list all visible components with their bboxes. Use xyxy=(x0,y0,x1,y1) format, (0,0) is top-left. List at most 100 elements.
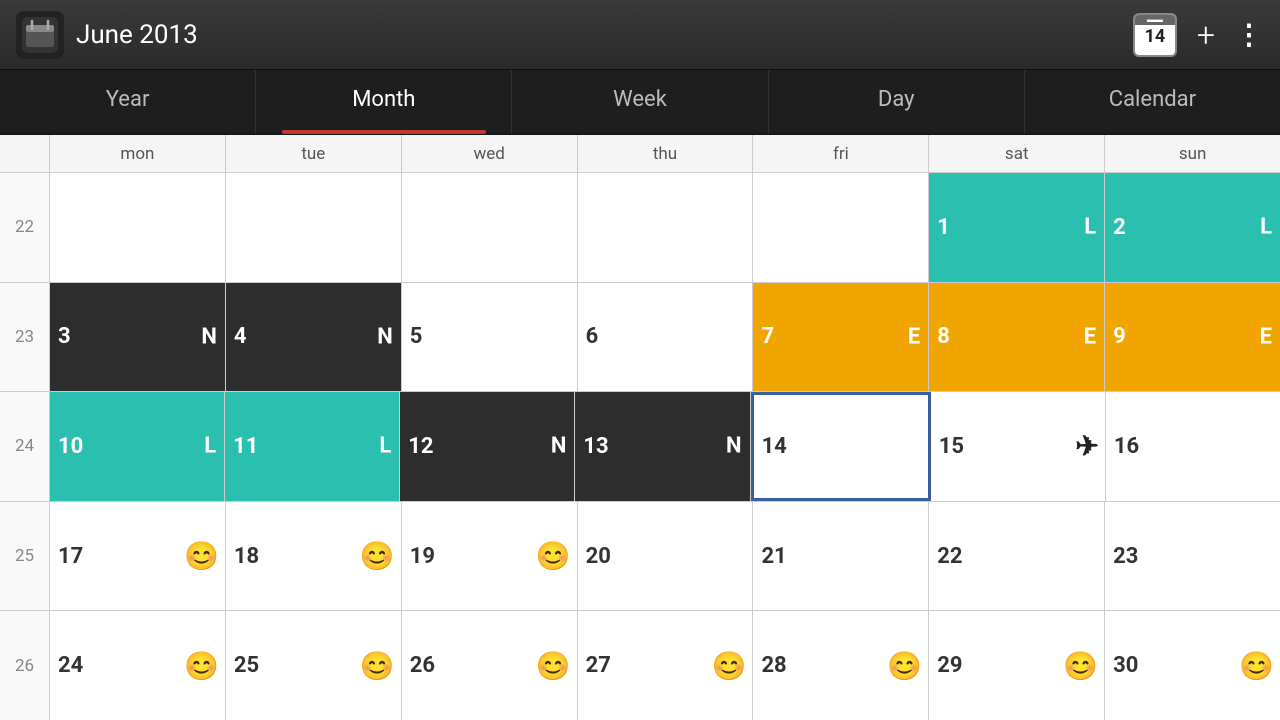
cal-cell-3[interactable]: 3N xyxy=(50,283,226,392)
cal-cell-13[interactable]: 13 N xyxy=(575,392,750,501)
day-header-mon: mon xyxy=(50,135,226,172)
cal-cell-2[interactable]: 2L xyxy=(1105,173,1280,282)
cal-cell-empty xyxy=(50,173,226,282)
cal-cell-25[interactable]: 25 😊 xyxy=(226,611,402,720)
cal-cell-17[interactable]: 17 😊 xyxy=(50,502,226,611)
cell-date-number: 26 xyxy=(410,653,435,678)
cell-date-number: 13 xyxy=(583,434,608,459)
cal-cell-19[interactable]: 19 😊 xyxy=(402,502,578,611)
cell-date-number: 14 xyxy=(762,434,787,459)
week-num-24: 24 xyxy=(0,392,50,501)
week-num-22: 22 xyxy=(0,173,50,282)
cell-date-number: 4 xyxy=(234,324,247,349)
cal-cell-8[interactable]: 8E xyxy=(929,283,1105,392)
cal-cell-29[interactable]: 29😊 xyxy=(929,611,1105,720)
smiley-icon: 😊 xyxy=(887,649,922,682)
cal-cell-22[interactable]: 22 xyxy=(929,502,1105,611)
week-row-26: 2624😊25😊26😊27😊28😊29😊30😊 xyxy=(0,611,1280,720)
cell-date-number: 24 xyxy=(58,653,83,678)
cell-badge-letter: L xyxy=(204,434,216,459)
cal-cell-16[interactable]: 16 xyxy=(1106,392,1280,501)
smiley-icon: 😊 xyxy=(184,540,219,573)
app-icon[interactable] xyxy=(16,11,64,59)
calendar-today-button[interactable]: ▬▬ 14 xyxy=(1133,13,1177,57)
cal-cell-15[interactable]: 15 ✈ xyxy=(931,392,1106,501)
cal-cell-6[interactable]: 6 xyxy=(578,283,754,392)
day-header-thu: thu xyxy=(578,135,754,172)
day-header-sat: sat xyxy=(929,135,1105,172)
cal-cell-12[interactable]: 12N xyxy=(400,392,575,501)
tab-calendar[interactable]: Calendar xyxy=(1025,70,1280,134)
cal-cell-21[interactable]: 21 xyxy=(753,502,929,611)
cell-date-number: 16 xyxy=(1114,434,1139,459)
header-actions: ▬▬ 14 + ⋮ xyxy=(1133,13,1264,57)
cal-cell-10[interactable]: 10 L xyxy=(50,392,225,501)
cal-cell-1[interactable]: 1L xyxy=(929,173,1105,282)
cell-badge-letter: E xyxy=(1084,324,1096,349)
smiley-icon: 😊 xyxy=(536,540,571,573)
smiley-icon: 😊 xyxy=(360,649,395,682)
main-content: mon tue wed thu fri sat sun 221L2L233N4N… xyxy=(0,135,1280,720)
cell-date-number: 27 xyxy=(586,653,611,678)
cal-cell-26[interactable]: 26😊 xyxy=(402,611,578,720)
smiley-icon: 😊 xyxy=(1239,649,1274,682)
smiley-icon: 😊 xyxy=(184,649,219,682)
cell-date-number: 25 xyxy=(234,653,259,678)
cal-cell-11[interactable]: 11 L xyxy=(225,392,400,501)
smiley-icon: 😊 xyxy=(1063,649,1098,682)
cell-date-number: 28 xyxy=(761,653,786,678)
cell-date-number: 11 xyxy=(233,434,258,459)
cell-date-number: 30 xyxy=(1113,653,1138,678)
day-header-sun: sun xyxy=(1105,135,1280,172)
cell-date-number: 23 xyxy=(1113,544,1138,569)
cal-cell-20[interactable]: 20 xyxy=(578,502,754,611)
cal-cell-14[interactable]: 14 xyxy=(751,392,931,501)
cal-cell-5[interactable]: 5 xyxy=(402,283,578,392)
cell-badge-letter: L xyxy=(379,434,391,459)
tab-week[interactable]: Week xyxy=(512,70,768,134)
calendar-date-number: 14 xyxy=(1145,26,1166,48)
add-event-button[interactable]: + xyxy=(1197,16,1215,54)
cell-date-number: 7 xyxy=(761,324,774,349)
week-row-22: 221L2L xyxy=(0,173,1280,283)
cal-cell-23[interactable]: 23 xyxy=(1105,502,1280,611)
tab-day[interactable]: Day xyxy=(769,70,1025,134)
cal-cell-empty xyxy=(402,173,578,282)
cell-badge-letter: E xyxy=(1260,324,1272,349)
cell-date-number: 5 xyxy=(410,324,423,349)
day-header-tue: tue xyxy=(226,135,402,172)
cell-badge-letter: N xyxy=(377,324,393,349)
tab-month[interactable]: Month xyxy=(256,70,512,134)
cal-cell-9[interactable]: 9E xyxy=(1105,283,1280,392)
cal-cell-4[interactable]: 4N xyxy=(226,283,402,392)
day-header-wed: wed xyxy=(402,135,578,172)
cell-badge-letter: L xyxy=(1260,215,1272,240)
smiley-icon: 😊 xyxy=(360,540,395,573)
week-num-spacer xyxy=(0,135,50,172)
cal-cell-18[interactable]: 18😊 xyxy=(226,502,402,611)
week-row-24: 24 10 L 11 L 12N 13 N 14 15 ✈ 16 xyxy=(0,392,1280,502)
cell-date-number: 21 xyxy=(761,544,786,569)
cal-cell-empty xyxy=(578,173,754,282)
week-num-26: 26 xyxy=(0,611,50,720)
cal-cell-28[interactable]: 28 😊 xyxy=(753,611,929,720)
week-num-23: 23 xyxy=(0,283,50,392)
overflow-menu-button[interactable]: ⋮ xyxy=(1235,18,1264,51)
cal-cell-30[interactable]: 30 😊 xyxy=(1105,611,1280,720)
cell-date-number: 15 xyxy=(939,434,964,459)
week-row-25: 2517😊18😊19😊20212223 xyxy=(0,502,1280,612)
cell-date-number: 17 xyxy=(58,544,83,569)
cell-date-number: 10 xyxy=(58,434,83,459)
cal-cell-7[interactable]: 7E xyxy=(753,283,929,392)
cell-badge-letter: N xyxy=(551,434,567,459)
cell-badge-letter: N xyxy=(726,434,742,459)
cal-cell-empty xyxy=(226,173,402,282)
cal-cell-27[interactable]: 27😊 xyxy=(578,611,754,720)
cell-date-number: 1 xyxy=(937,215,950,240)
cal-cell-24[interactable]: 24 😊 xyxy=(50,611,226,720)
calendar-grid: 221L2L233N4N567E8E9E2410L11L12N13N1415✈1… xyxy=(0,173,1280,720)
tab-year[interactable]: Year xyxy=(0,70,256,134)
cell-date-number: 19 xyxy=(410,544,435,569)
cell-badge-letter: L xyxy=(1084,215,1096,240)
airplane-icon: ✈ xyxy=(1075,430,1098,463)
